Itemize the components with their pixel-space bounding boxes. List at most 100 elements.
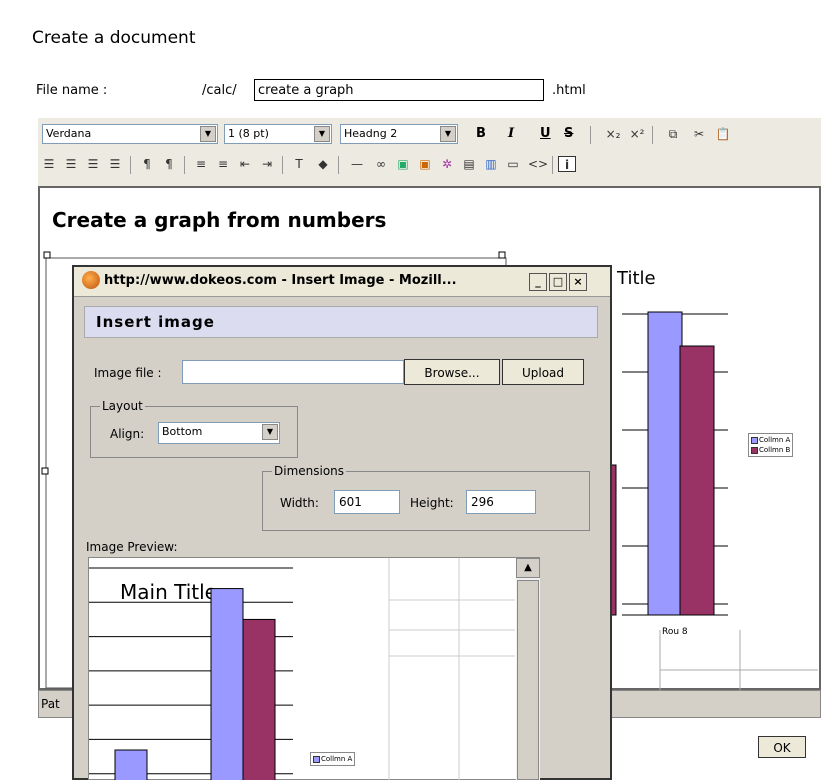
preview-chart-bars	[114, 588, 276, 780]
resize-handle	[43, 251, 51, 259]
chevron-down-icon: ▼	[314, 126, 330, 142]
bg-chart-legend-item-b: Collmn B	[751, 445, 790, 455]
dimensions-legend: Dimensions	[272, 464, 347, 478]
font-family-value: Verdana	[46, 127, 92, 140]
link-icon[interactable]: ∞	[372, 156, 390, 172]
strikethrough-button[interactable]: S	[564, 126, 573, 141]
format-value: Headng 2	[344, 127, 398, 140]
bg-chart-legend-item-a: Collmn A	[751, 435, 790, 445]
file-path: /calc/	[202, 83, 237, 98]
format-select[interactable]: Headng 2 ▼	[340, 124, 458, 144]
align-left-icon[interactable]: ☰	[40, 156, 58, 172]
subscript-icon[interactable]: ×₂	[604, 126, 622, 142]
font-size-value: 1 (8 pt)	[228, 127, 269, 140]
ok-button[interactable]: OK	[758, 736, 806, 758]
image-file-label: Image file :	[94, 366, 162, 380]
chevron-down-icon: ▼	[440, 126, 456, 142]
toolbar-separator	[184, 156, 185, 174]
bg-chart	[610, 311, 728, 616]
bg-chart-legend: Collmn A Collmn B	[748, 433, 794, 457]
table-icon[interactable]: ▭	[504, 156, 522, 172]
scroll-thumb[interactable]	[517, 580, 539, 780]
outdent-icon[interactable]: ⇤	[236, 156, 254, 172]
copy-icon[interactable]: ⧉	[664, 126, 682, 142]
smiley-icon[interactable]: ✲	[438, 156, 456, 172]
unordered-list-icon[interactable]: ≡	[214, 156, 232, 172]
height-label: Height:	[410, 496, 454, 510]
ltr-icon[interactable]: ¶	[138, 156, 156, 172]
legend-swatch-b	[751, 446, 758, 454]
paste-icon[interactable]: 📋	[714, 126, 732, 142]
toolbar-separator	[552, 156, 553, 174]
minimize-icon[interactable]: _	[529, 273, 547, 291]
dialog-window-title: http://www.dokeos.com - Insert Image - M…	[104, 273, 457, 288]
upload-button[interactable]: Upload	[502, 359, 584, 385]
browse-button[interactable]: Browse...	[404, 359, 500, 385]
path-label: Pat	[41, 697, 60, 711]
browser-icon	[82, 271, 100, 289]
maximize-icon[interactable]: □	[549, 273, 567, 291]
indent-icon[interactable]: ⇥	[258, 156, 276, 172]
scroll-up-icon[interactable]: ▲	[516, 558, 540, 578]
preview-chart-bar-series-a	[210, 588, 244, 780]
legend-swatch-a	[313, 755, 320, 763]
info-icon[interactable]: i	[558, 156, 576, 172]
resize-handle	[498, 251, 506, 259]
bg-chart-bar-series-a	[647, 311, 683, 616]
italic-button[interactable]: I	[508, 126, 514, 141]
legend-label-a: Collmn A	[759, 436, 791, 444]
preview-chart-bar-partial	[114, 749, 148, 780]
document-icon[interactable]: ▤	[460, 156, 478, 172]
toolbar-separator	[590, 126, 591, 144]
bg-chart-bar-series-b	[679, 345, 715, 616]
legend-swatch-a	[751, 436, 758, 444]
preview-chart	[89, 558, 515, 780]
toolbar-separator	[282, 156, 283, 174]
align-justify-icon[interactable]: ☰	[106, 156, 124, 172]
width-input[interactable]	[334, 490, 400, 514]
font-family-select[interactable]: Verdana ▼	[42, 124, 218, 144]
image-icon[interactable]: ▣	[394, 156, 412, 172]
toolbar-separator	[338, 156, 339, 174]
dialog-header-title: Insert image	[96, 313, 215, 331]
file-name-label: File name :	[36, 83, 108, 98]
file-name-input[interactable]	[254, 79, 544, 101]
text-color-icon[interactable]: T	[290, 156, 308, 172]
media-icon[interactable]: ▣	[416, 156, 434, 172]
bold-button[interactable]: B	[476, 126, 486, 141]
rtl-icon[interactable]: ¶	[160, 156, 178, 172]
page-icon[interactable]: ▥	[482, 156, 500, 172]
ordered-list-icon[interactable]: ≡	[192, 156, 210, 172]
width-label: Width:	[280, 496, 319, 510]
bg-chart-category-label: Rou 8	[662, 627, 688, 637]
toolbar-separator	[130, 156, 131, 174]
preview-chart-bar-series-b	[242, 618, 276, 780]
align-value: Bottom	[162, 425, 203, 438]
image-preview-label: Image Preview:	[86, 540, 178, 554]
image-file-input[interactable]	[182, 360, 404, 384]
cut-icon[interactable]: ✂	[690, 126, 708, 142]
editor-toolbar: Verdana ▼ 1 (8 pt) ▼ Headng 2 ▼ B I U S …	[38, 118, 821, 186]
resize-handle	[41, 467, 49, 475]
toolbar-separator	[652, 126, 653, 144]
align-select[interactable]: Bottom ▼	[158, 422, 280, 444]
page-title: Create a document	[32, 28, 196, 48]
preview-chart-legend: Collmn A	[310, 752, 356, 766]
background-color-icon[interactable]: ◆	[314, 156, 332, 172]
align-label: Align:	[110, 427, 145, 441]
layout-legend: Layout	[100, 399, 145, 413]
bg-chart-title: Title	[617, 268, 656, 289]
superscript-icon[interactable]: ×²	[628, 126, 646, 142]
align-center-icon[interactable]: ☰	[62, 156, 80, 172]
close-icon[interactable]: ×	[569, 273, 587, 291]
font-size-select[interactable]: 1 (8 pt) ▼	[224, 124, 332, 144]
underline-button[interactable]: U	[540, 126, 551, 141]
code-icon[interactable]: <>	[528, 156, 548, 172]
chevron-down-icon: ▼	[262, 424, 278, 440]
horizontal-rule-icon[interactable]: —	[348, 156, 366, 172]
editor-heading: Create a graph from numbers	[52, 208, 387, 232]
height-input[interactable]	[466, 490, 536, 514]
chevron-down-icon: ▼	[200, 126, 216, 142]
align-right-icon[interactable]: ☰	[84, 156, 102, 172]
file-extension: .html	[552, 83, 586, 98]
